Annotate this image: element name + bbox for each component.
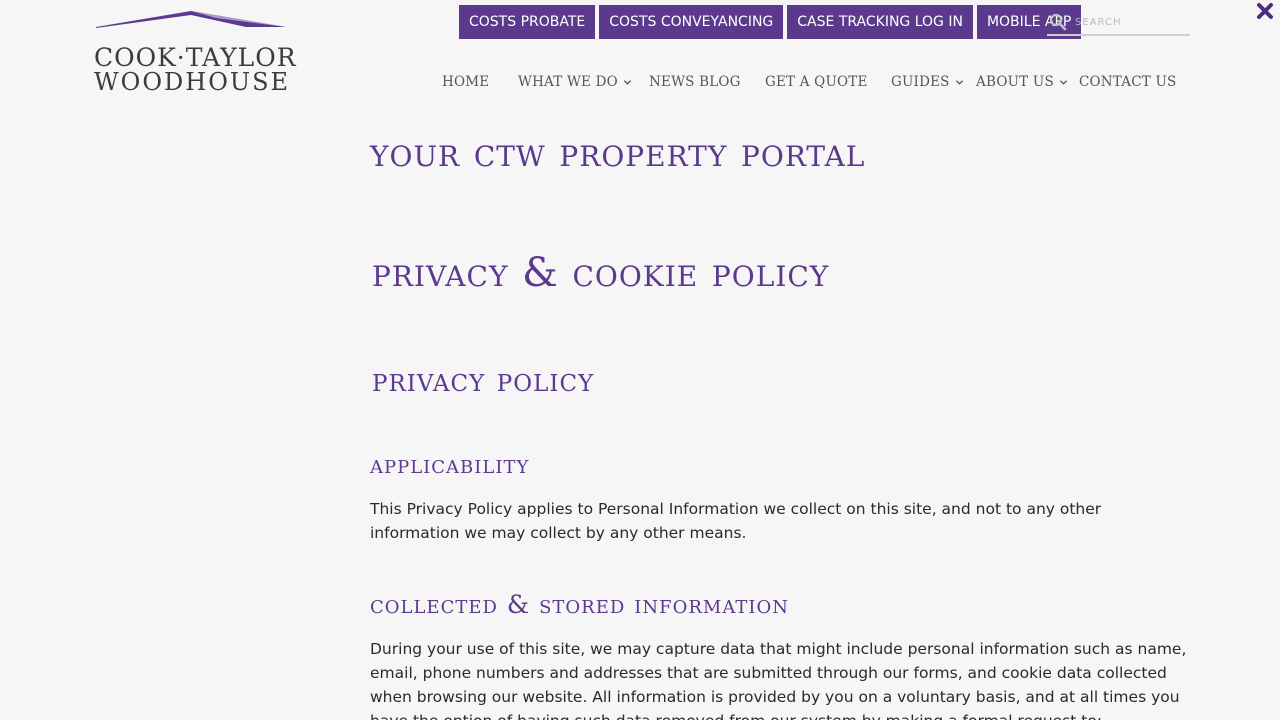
- applicability-paragraph: This Privacy Policy applies to Personal …: [370, 500, 1102, 542]
- nav-item-label: GET A QUOTE: [765, 74, 868, 90]
- collected-info-paragraph: During your use of this site, we may cap…: [370, 640, 1187, 720]
- nav-item-label: HOME: [442, 74, 490, 90]
- privacy-policy-heading: PRIVACY POLICY: [372, 360, 595, 399]
- top-button-bar: COSTS PROBATE COSTS CONVEYANCING CASE TR…: [459, 5, 1082, 39]
- nav-item-label: GUIDES: [891, 74, 950, 90]
- nav-item-home[interactable]: HOME: [442, 74, 489, 90]
- policy-title: PRIVACY & COOKIE POLICY: [372, 250, 830, 296]
- nav-item-label: WHAT WE DO: [518, 74, 618, 90]
- applicability-heading: APPLICABILITY: [370, 450, 530, 479]
- costs-probate-button[interactable]: COSTS PROBATE: [459, 5, 596, 39]
- nav-item-label: NEWS BLOG: [649, 74, 741, 90]
- search-icon[interactable]: [1049, 13, 1067, 31]
- nav-item-guides[interactable]: GUIDES: [891, 74, 964, 90]
- nav-item-label: CONTACT US: [1079, 74, 1177, 90]
- chevron-down-icon: [623, 80, 632, 85]
- nav-item-get-a-quote[interactable]: GET A QUOTE: [765, 74, 868, 90]
- chevron-down-icon: [955, 80, 963, 85]
- chevron-down-icon: [1059, 80, 1068, 85]
- nav-item-label: ABOUT US: [976, 74, 1054, 90]
- search-box: [1047, 10, 1190, 36]
- costs-conveyancing-button[interactable]: COSTS CONVEYANCING: [599, 5, 784, 39]
- nav-item-about-us[interactable]: ABOUT US: [976, 74, 1068, 90]
- nav-item-contact-us[interactable]: CONTACT US: [1079, 74, 1176, 90]
- close-icon[interactable]: [1256, 2, 1274, 20]
- logo-text-line2: WOODHOUSE: [94, 68, 291, 96]
- nav-item-news-blog[interactable]: NEWS BLOG: [649, 74, 741, 90]
- search-input[interactable]: [1075, 16, 1185, 28]
- company-logo[interactable]: COOK·TAYLOR WOODHOUSE: [94, 10, 296, 96]
- nav-item-what-we-do[interactable]: WHAT WE DO: [518, 74, 632, 90]
- page-title: YOUR CTW PROPERTY PORTAL: [370, 130, 866, 176]
- case-tracking-login-button[interactable]: CASE TRACKING LOG IN: [787, 5, 973, 39]
- collected-info-heading: COLLECTED & STORED INFORMATION: [370, 590, 789, 619]
- page: COOK·TAYLOR WOODHOUSE COSTS PROBATE COST…: [0, 0, 1280, 720]
- logo-roof-icon: [96, 11, 286, 28]
